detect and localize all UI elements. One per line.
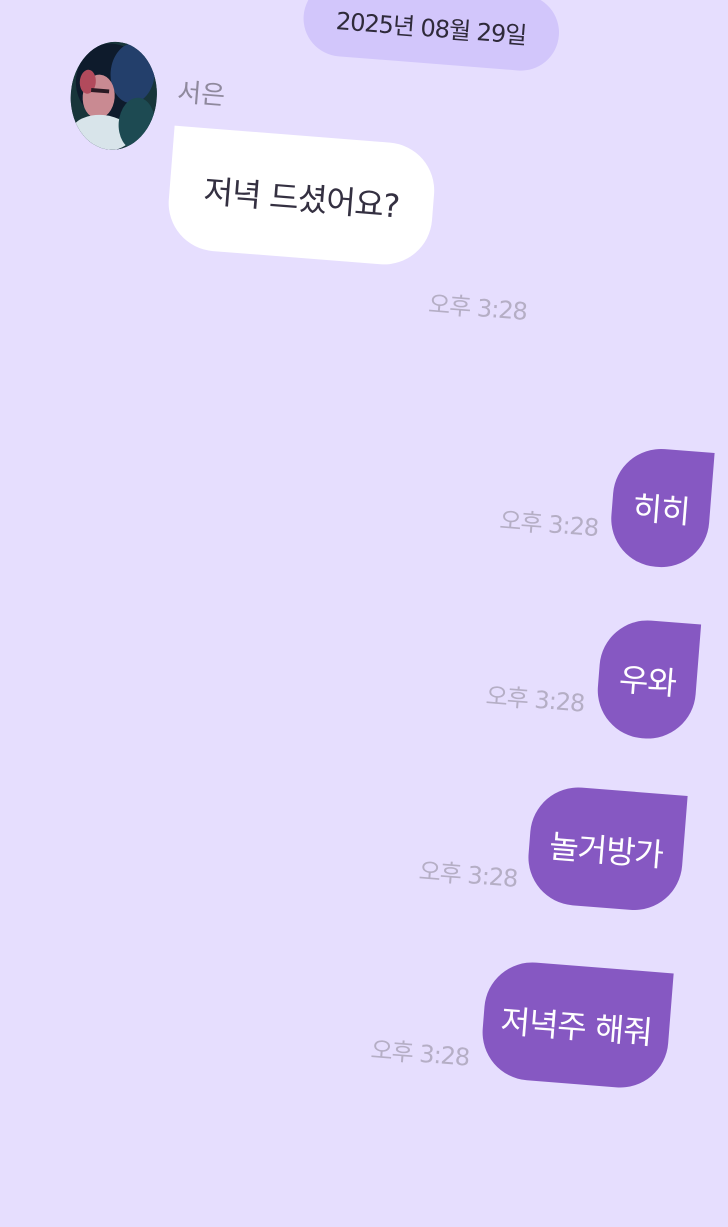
avatar-photo-icon (66, 38, 161, 154)
message-timestamp: 오후 3:28 (417, 857, 519, 893)
sender-avatar[interactable] (66, 38, 161, 154)
message-timestamp: 오후 3:28 (498, 506, 600, 543)
message-timestamp: 오후 3:28 (427, 290, 528, 326)
chat-message-area: 2025년 08월 29일 서은 저녁 드셨어요? 오후 3:28 히히 오후 … (0, 0, 728, 1227)
outgoing-message-bubble[interactable]: 저녁주 해줘 (478, 958, 674, 1092)
outgoing-message-bubble[interactable]: 놀거방가 (524, 783, 688, 914)
incoming-message-bubble[interactable]: 저녁 드셨어요? (165, 125, 438, 269)
message-timestamp: 오후 3:28 (484, 681, 586, 718)
message-timestamp: 오후 3:28 (369, 1035, 471, 1072)
sender-name: 서은 (176, 77, 227, 112)
outgoing-message-bubble[interactable]: 우와 (594, 616, 702, 743)
date-divider: 2025년 08월 29일 (300, 0, 562, 74)
outgoing-message-bubble[interactable]: 히히 (607, 445, 715, 571)
